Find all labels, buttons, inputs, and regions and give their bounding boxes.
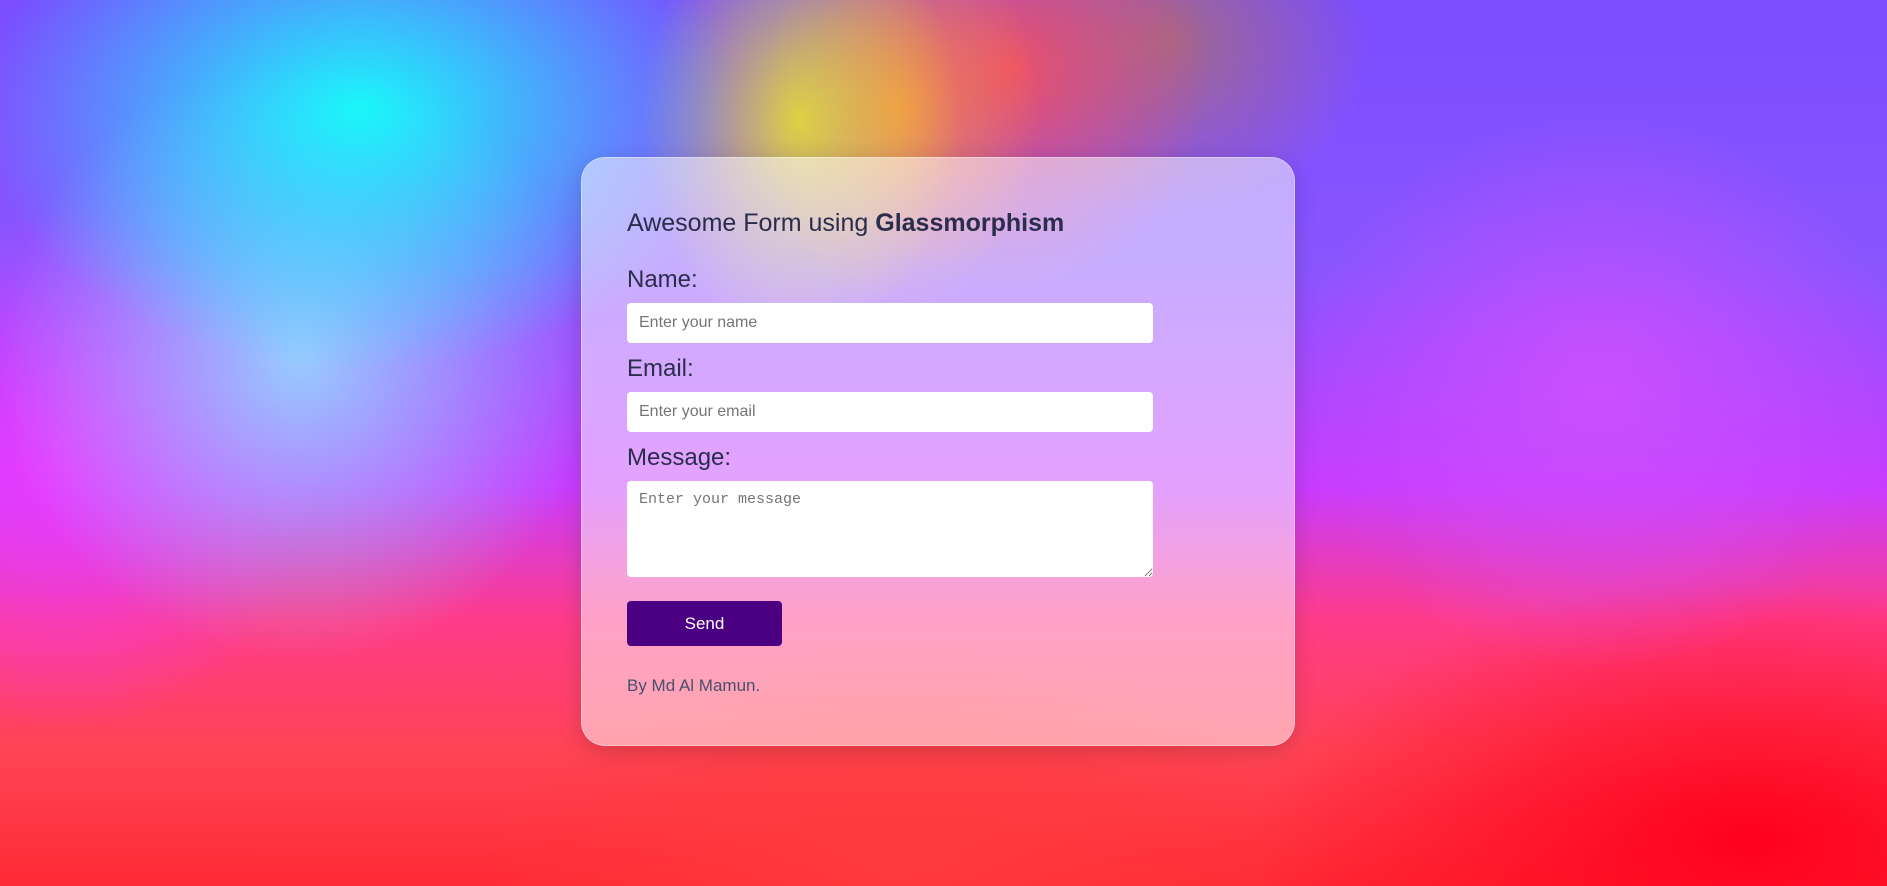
- email-input[interactable]: [627, 392, 1153, 432]
- form-title: Awesome Form using Glassmorphism: [627, 206, 1249, 240]
- name-label: Name:: [627, 266, 698, 293]
- glass-form-card: Awesome Form using Glassmorphism Name: E…: [581, 157, 1295, 746]
- name-input[interactable]: [627, 303, 1153, 343]
- form-title-text: Awesome Form using: [627, 209, 876, 237]
- author-credit: By Md Al Mamun.: [627, 676, 761, 695]
- message-textarea[interactable]: [627, 481, 1153, 577]
- message-label: Message:: [627, 444, 732, 471]
- send-button[interactable]: Send: [627, 601, 782, 646]
- form-title-emphasis: Glassmorphism: [875, 209, 1065, 237]
- email-label: Email:: [627, 355, 694, 382]
